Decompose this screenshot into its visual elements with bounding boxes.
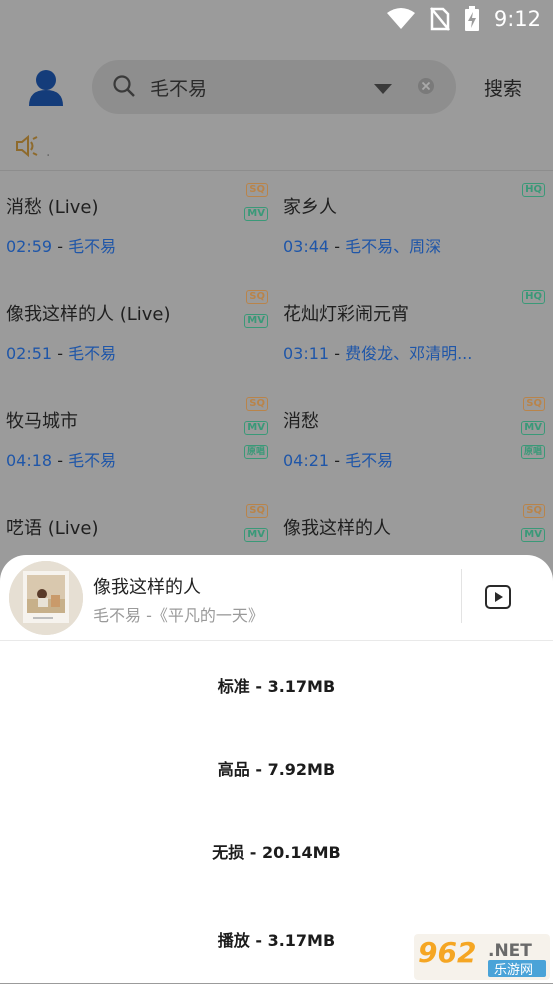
song-title: 牧马城市: [6, 411, 78, 432]
play-video-icon[interactable]: [484, 584, 512, 610]
hq-badge: HQ: [522, 290, 545, 304]
no-sim-icon: [429, 7, 450, 31]
song-duration: 02:51: [6, 344, 53, 363]
song-separator: -: [329, 451, 346, 470]
song-badges: HQ: [517, 290, 545, 304]
song-badges: SQ MV: [240, 290, 268, 328]
song-separator: -: [52, 451, 69, 470]
search-input[interactable]: 毛不易: [150, 74, 207, 101]
song-meta: 02:51 - 毛不易: [6, 340, 116, 364]
search-icon: [112, 74, 136, 102]
sheet-song-subtitle: 毛不易 -《平凡的一天》: [93, 606, 264, 625]
song-duration: 04:18: [6, 451, 53, 470]
speaker-text: .: [46, 144, 51, 160]
sq-badge: SQ: [246, 397, 268, 411]
song-item[interactable]: 家乡人 03:44 - 毛不易、周深 HQ: [277, 171, 553, 278]
watermark-text: 乐游网: [494, 963, 533, 978]
speaker-row: .: [14, 133, 50, 163]
song-title: 像我这样的人: [283, 518, 391, 539]
mv-badge[interactable]: MV: [521, 528, 545, 542]
sq-badge: SQ: [523, 397, 545, 411]
sheet-song-title: 像我这样的人: [93, 577, 201, 598]
song-separator: -: [52, 237, 69, 256]
mv-badge[interactable]: MV: [521, 421, 545, 435]
chevron-down-icon[interactable]: [373, 80, 393, 99]
song-title: 消愁 (Live): [6, 197, 99, 218]
song-duration: 04:21: [283, 451, 330, 470]
song-item[interactable]: 像我这样的人 (Live) 02:51 - 毛不易 SQ MV: [0, 278, 276, 385]
option-standard[interactable]: 标准 - 3.17MB: [0, 673, 553, 697]
sq-badge: SQ: [246, 290, 268, 304]
song-duration: 03:11: [283, 344, 330, 363]
mv-badge[interactable]: MV: [244, 528, 268, 542]
song-badges: SQ MV: [240, 183, 268, 221]
original-badge: 原唱: [243, 445, 268, 459]
site-watermark: 962 .NET 乐游网: [414, 934, 550, 980]
song-title: 呓语 (Live): [6, 518, 99, 539]
song-meta: 04:18 - 毛不易: [6, 447, 116, 471]
song-separator: -: [329, 237, 346, 256]
song-meta: 04:21 - 毛不易: [283, 447, 393, 471]
song-title: 消愁: [283, 411, 319, 432]
status-time: 9:12: [493, 7, 541, 31]
song-artist: 毛不易: [68, 451, 117, 470]
clear-icon[interactable]: [416, 76, 436, 100]
song-meta: 02:59 - 毛不易: [6, 233, 116, 257]
option-lossless[interactable]: 无损 - 20.14MB: [0, 839, 553, 863]
song-badges: SQ MV: [517, 504, 545, 542]
song-separator: -: [52, 344, 69, 363]
divider: [0, 640, 553, 641]
song-artist: 毛不易、周深: [345, 237, 442, 256]
song-title: 像我这样的人 (Live): [6, 304, 171, 325]
speaker-icon[interactable]: [14, 133, 40, 163]
song-badges: HQ: [517, 183, 545, 197]
sq-badge: SQ: [246, 504, 268, 518]
song-badges: SQ MV 原唱: [517, 397, 545, 459]
song-badges: SQ MV 原唱: [240, 397, 268, 459]
song-item[interactable]: 牧马城市 04:18 - 毛不易 SQ MV 原唱: [0, 385, 276, 492]
divider: [461, 569, 462, 623]
song-artist: 费俊龙、邓清明...: [345, 344, 473, 363]
song-meta: 03:44 - 毛不易、周深: [283, 233, 441, 257]
status-bar: 9:12: [0, 0, 553, 38]
song-artist: 毛不易: [68, 344, 117, 363]
watermark-suffix: .NET: [488, 941, 532, 961]
song-duration: 03:44: [283, 237, 330, 256]
sq-badge: SQ: [246, 183, 268, 197]
song-duration: 02:59: [6, 237, 53, 256]
song-meta: 03:11 - 费俊龙、邓清明...: [283, 340, 472, 364]
download-options-sheet: 像我这样的人 毛不易 -《平凡的一天》 标准 - 3.17MB 高品 - 7.9…: [0, 555, 553, 983]
option-high-quality[interactable]: 高品 - 7.92MB: [0, 756, 553, 780]
song-item[interactable]: 消愁 04:21 - 毛不易 SQ MV 原唱: [277, 385, 553, 492]
battery-charging-icon: [464, 6, 480, 32]
song-title: 家乡人: [283, 197, 337, 218]
search-button[interactable]: 搜索: [484, 74, 522, 101]
mv-badge[interactable]: MV: [244, 314, 268, 328]
wifi-icon: [386, 8, 416, 30]
user-avatar-icon[interactable]: [26, 68, 66, 108]
song-title: 花灿灯彩闹元宵: [283, 304, 409, 325]
sheet-header: 像我这样的人 毛不易 -《平凡的一天》: [0, 555, 553, 639]
app-header: 毛不易 搜索: [0, 38, 553, 133]
song-artist: 毛不易: [345, 451, 394, 470]
song-artist: 毛不易: [68, 237, 117, 256]
song-separator: -: [329, 344, 346, 363]
mv-badge[interactable]: MV: [244, 421, 268, 435]
hq-badge: HQ: [522, 183, 545, 197]
watermark-number: 962: [418, 936, 476, 969]
song-item[interactable]: 花灿灯彩闹元宵 03:11 - 费俊龙、邓清明... HQ: [277, 278, 553, 385]
album-cover: [9, 561, 83, 635]
sq-badge: SQ: [523, 504, 545, 518]
mv-badge[interactable]: MV: [244, 207, 268, 221]
search-bar[interactable]: 毛不易: [92, 60, 456, 114]
original-badge: 原唱: [520, 445, 545, 459]
song-item[interactable]: 消愁 (Live) 02:59 - 毛不易 SQ MV: [0, 171, 276, 278]
song-badges: SQ MV: [240, 504, 268, 542]
